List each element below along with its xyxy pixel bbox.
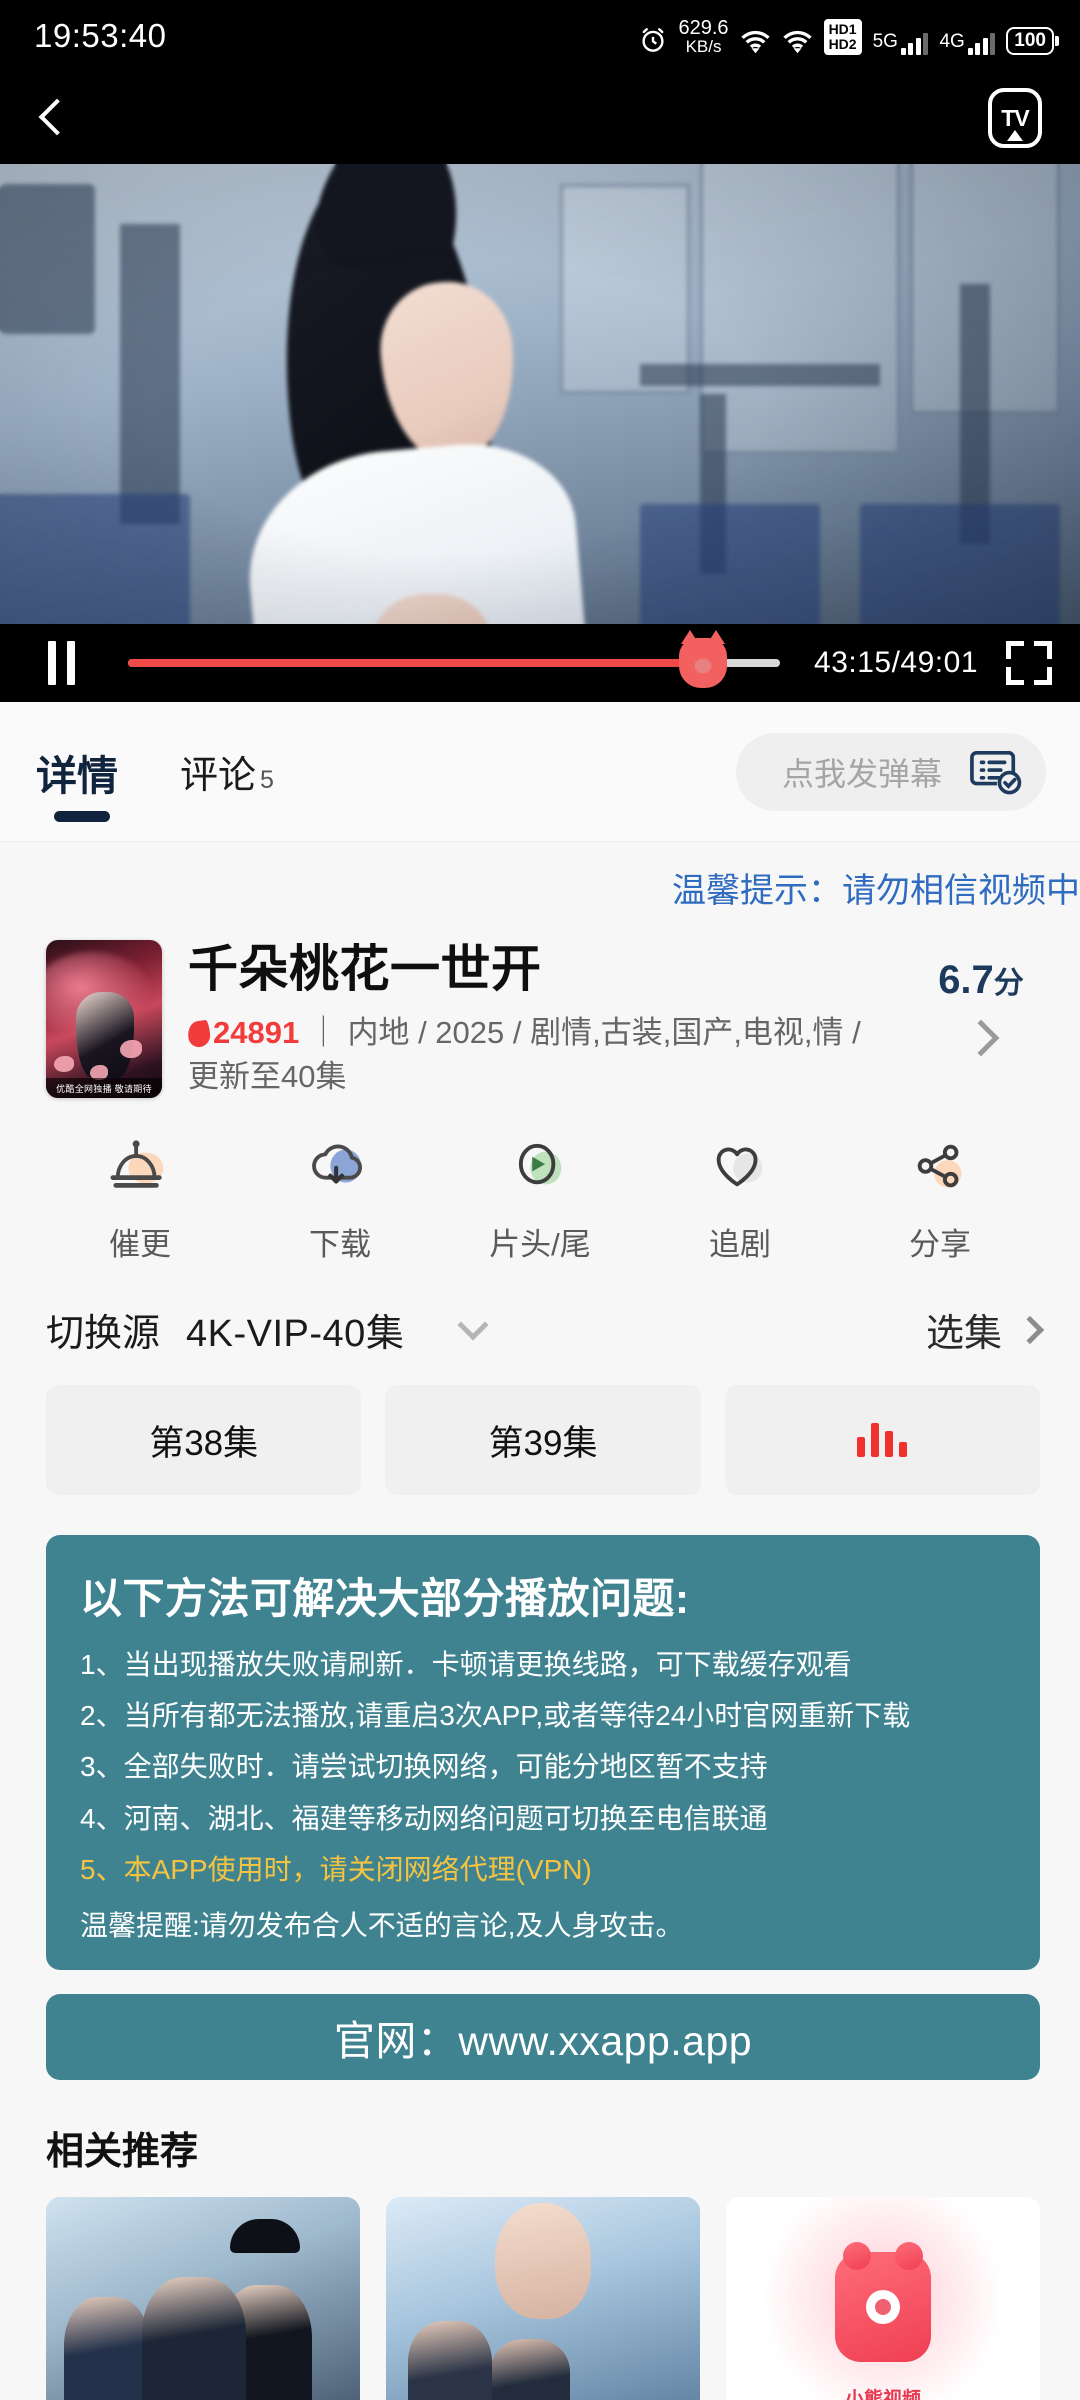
status-clock: 19:53:40 <box>34 17 167 54</box>
network-speed: 629.6 KB/s <box>678 16 729 56</box>
episode-label: 第38集 <box>149 1423 259 1463</box>
status-icons: 629.6 KB/s HD1 HD2 5G 4G 100 <box>638 16 1054 56</box>
action-row: 催更 下载 片头/尾 追剧 分享 <box>0 1099 1080 1276</box>
hd-voice-icon: HD1 HD2 <box>823 19 862 55</box>
source-row: 切换源 4K-VIP-40集 选集 <box>0 1276 1080 1375</box>
help-panel: 以下方法可解决大部分播放问题: 1、当出现播放失败请刷新．卡顿请更换线路，可下载… <box>46 1535 1040 1970</box>
help-panel-item: 4、河南、湖北、福建等移动网络问题可切换至电信联通 <box>80 1802 768 1834</box>
comment-count: 5 <box>260 766 274 794</box>
select-episode-button[interactable]: 选集 <box>925 1302 1045 1357</box>
signal-bars <box>967 32 996 55</box>
video-surface[interactable] <box>0 164 1080 702</box>
recommendation-card[interactable] <box>46 2196 360 2400</box>
action-share[interactable]: 分享 <box>840 1135 1040 1264</box>
action-label: 分享 <box>909 1227 971 1263</box>
help-panel-note: 温馨提醒:请勿发布合人不适的言论,及人身攻击。 <box>80 1909 684 1941</box>
movie-subline: 24891 ｜ 内地 / 2025 / 剧情,古装,国产,电视,情 / 更新至4… <box>186 1011 890 1099</box>
action-follow-series[interactable]: 追剧 <box>640 1135 840 1264</box>
tab-comment[interactable]: 评论 5 <box>180 744 274 799</box>
help-panel-item: 3、全部失败时．请尝试切换网络，可能分地区暂不支持 <box>80 1751 768 1783</box>
related-heading: 相关推荐 <box>46 2130 199 2173</box>
source-label: 切换源 <box>46 1313 161 1356</box>
recommendation-card[interactable]: 小熊视频 <box>726 2196 1040 2400</box>
progress-bar[interactable] <box>128 630 781 688</box>
action-label: 下载 <box>309 1227 371 1263</box>
share-icon <box>907 1135 973 1197</box>
cloud-download-icon <box>307 1135 373 1197</box>
heart-icon <box>707 1135 773 1197</box>
tv-badge-label: TV <box>1001 104 1029 131</box>
help-panel-title: 以下方法可解决大部分播放问题: <box>80 1575 690 1623</box>
tab-bar: 详情 评论 5 点我发弹幕 <box>0 702 1080 842</box>
help-panel-item-warning: 5、本APP使用时，请关闭网络代理(VPN) <box>80 1853 592 1885</box>
episode-chip[interactable]: 第39集 <box>385 1385 701 1496</box>
status-bar: 19:53:40 629.6 KB/s HD1 HD2 5G 4G 100 <box>0 0 1080 72</box>
episode-chip-playing[interactable] <box>724 1385 1040 1496</box>
player-top-bar: TV <box>0 72 1080 164</box>
danmaku-input[interactable]: 点我发弹幕 <box>735 732 1046 811</box>
action-download[interactable]: 下载 <box>240 1135 440 1264</box>
chevron-right-icon[interactable] <box>962 1019 1000 1057</box>
tab-comment-label: 评论 <box>180 755 257 797</box>
danmaku-settings-icon[interactable] <box>968 747 1022 797</box>
episode-chip[interactable]: 第38集 <box>46 1385 362 1496</box>
pause-button[interactable] <box>48 641 94 685</box>
now-playing-bars-icon <box>857 1423 908 1458</box>
bell-icon <box>107 1135 173 1197</box>
signal-icon: 4G <box>939 30 996 55</box>
episode-list: 第38集 第39集 <box>0 1375 1080 1496</box>
wifi-icon <box>740 29 771 55</box>
marquee-notice: 温馨提示：请勿相信视频中的任何广告 <box>0 842 1080 932</box>
episode-label: 第39集 <box>488 1423 598 1463</box>
official-site-banner[interactable]: 官网：www.xxapp.app <box>46 1993 1040 2080</box>
wifi-icon <box>782 29 813 55</box>
hot-count: 24891 <box>186 1015 299 1050</box>
action-urge-update[interactable]: 催更 <box>40 1135 240 1264</box>
rating-value: 6.7分 <box>938 958 1024 1002</box>
action-skip-intro[interactable]: 片头/尾 <box>440 1135 640 1264</box>
signal-bars <box>900 32 929 55</box>
help-panel-item: 1、当出现播放失败请刷新．卡顿请更换线路，可下载缓存观看 <box>80 1649 852 1681</box>
app-logo-bear-icon <box>835 2241 931 2362</box>
player-controls[interactable]: 43:15/49:01 <box>0 624 1080 702</box>
tab-detail-label: 详情 <box>36 752 118 799</box>
poster-caption: 优酷全网独播 敬请期待 <box>46 1078 162 1098</box>
chevron-down-icon[interactable] <box>457 1308 489 1341</box>
chevron-right-icon <box>1015 1315 1045 1344</box>
danmaku-placeholder: 点我发弹幕 <box>781 755 942 792</box>
sim1-generation: 5G <box>872 30 898 52</box>
select-episode-label: 选集 <box>925 1313 1002 1356</box>
recommendation-card[interactable] <box>386 2196 700 2400</box>
movie-title: 千朵桃花一世开 <box>188 941 542 997</box>
movie-poster[interactable]: 优酷全网独播 敬请期待 <box>46 940 162 1098</box>
marquee-notice-text: 温馨提示：请勿相信视频中的任何广告 <box>672 871 1080 910</box>
sim2-generation: 4G <box>939 30 965 52</box>
video-player[interactable]: TV 43:15/49:01 <box>0 72 1080 702</box>
tab-detail[interactable]: 详情 <box>36 742 118 822</box>
progress-thumb-bear-icon[interactable] <box>679 630 728 688</box>
help-panel-item: 2、当所有都无法播放,请重启3次APP,或者等待24小时官网重新下载 <box>80 1700 911 1732</box>
time-display: 43:15/49:01 <box>814 646 978 679</box>
back-icon[interactable] <box>34 101 68 135</box>
action-label: 片头/尾 <box>489 1227 591 1263</box>
fullscreen-icon[interactable] <box>1006 641 1052 685</box>
battery-icon: 100 <box>1006 26 1054 55</box>
alarm-clock-icon <box>638 25 668 55</box>
progress-fill <box>128 659 704 667</box>
official-site-text: 官网：www.xxapp.app <box>333 2017 753 2064</box>
app-logo-caption: 小熊视频 <box>844 2388 921 2400</box>
flame-icon <box>186 1019 212 1049</box>
action-label: 催更 <box>109 1227 171 1263</box>
signal-icon: 5G <box>873 31 929 55</box>
app-screen: 19:53:40 629.6 KB/s HD1 HD2 5G 4G 100 TV… <box>0 0 1080 2400</box>
movie-meta: 千朵桃花一世开 24891 ｜ 内地 / 2025 / 剧情,古装,国产,电视,… <box>186 940 890 1099</box>
source-value[interactable]: 4K-VIP-40集 <box>186 1302 404 1357</box>
related-list: 小熊视频 <box>0 2175 1080 2400</box>
action-label: 追剧 <box>709 1227 771 1263</box>
cast-to-tv-icon[interactable]: TV <box>988 88 1042 148</box>
movie-info: 优酷全网独播 敬请期待 千朵桃花一世开 24891 ｜ 内地 / 2025 / … <box>0 932 1080 1099</box>
rating-block[interactable]: 6.7分 <box>916 940 1046 1099</box>
play-circle-icon <box>507 1135 573 1197</box>
